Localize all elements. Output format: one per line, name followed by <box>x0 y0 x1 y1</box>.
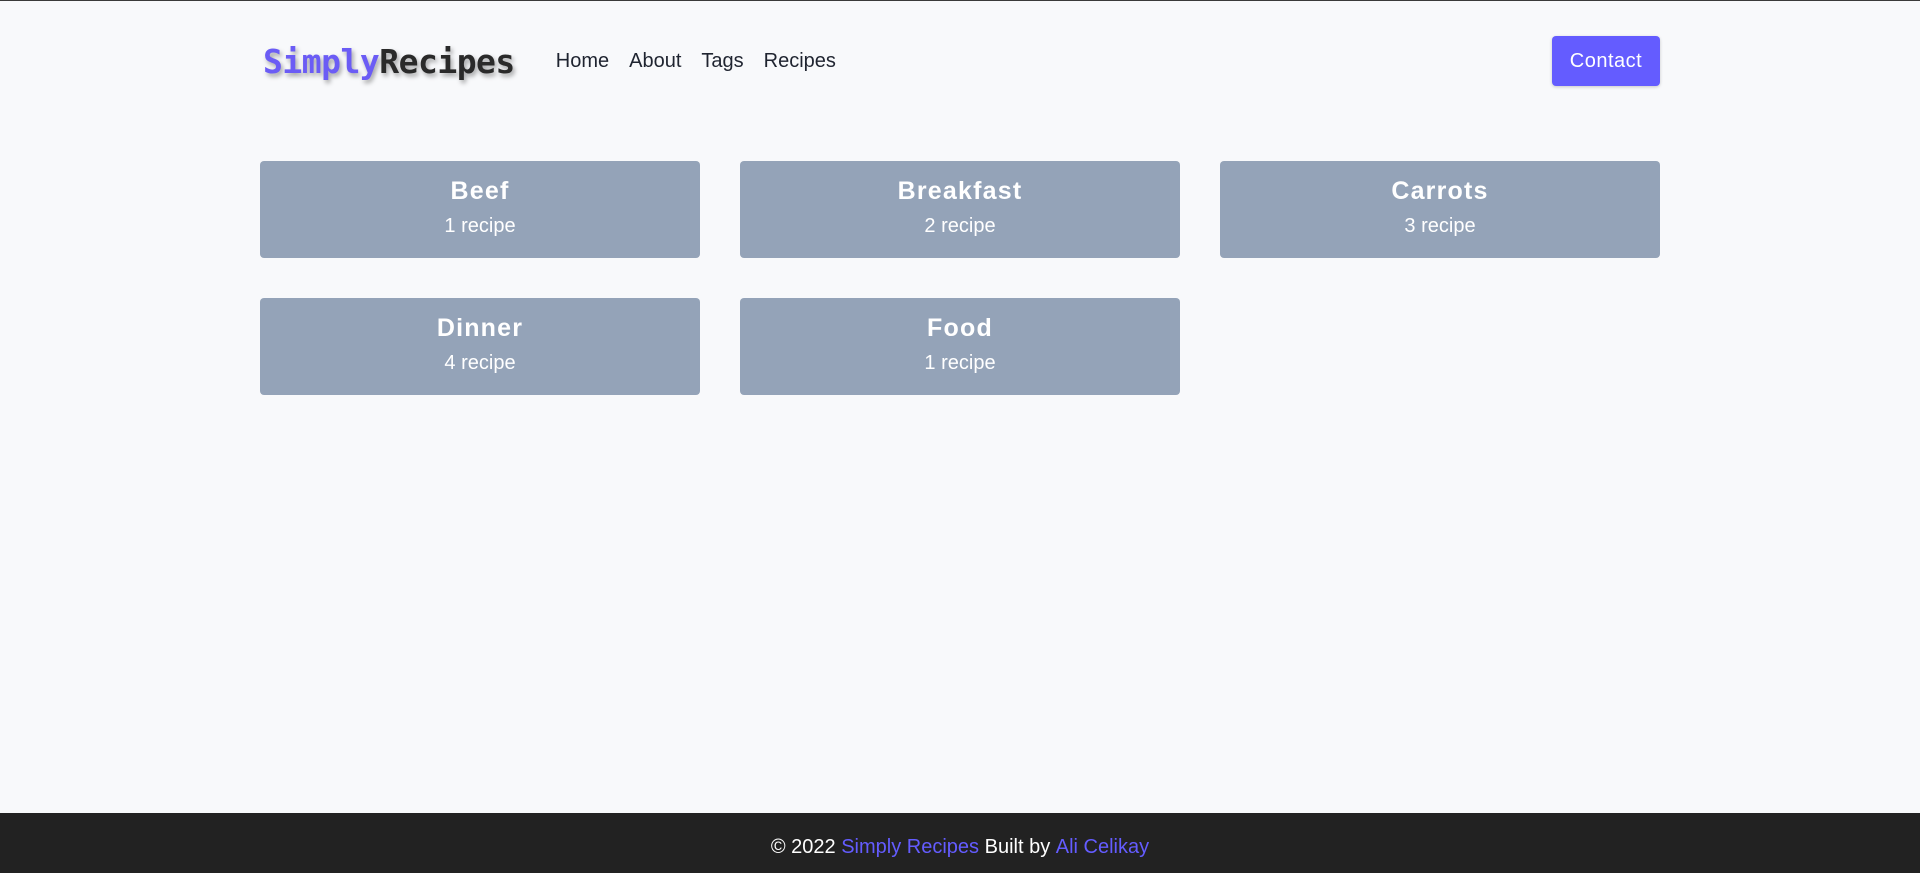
logo-part-recipes: Recipes <box>379 41 515 81</box>
footer-copyright: © 2022 <box>770 835 842 858</box>
footer-author: Ali Celikay <box>1055 835 1150 858</box>
tag-name: Carrots <box>1391 177 1489 205</box>
top-border <box>0 0 1920 1</box>
navbar: SimplyRecipes Home About Tags Recipes Co… <box>260 36 1660 86</box>
tag-card-beef[interactable]: Beef 1 recipe <box>260 161 700 258</box>
tag-name: Beef <box>450 177 510 205</box>
tag-name: Breakfast <box>897 177 1023 205</box>
page-footer: © 2022 Simply Recipes Built by Ali Celik… <box>0 813 1920 873</box>
logo-part-simply: Simply <box>263 41 380 81</box>
tag-name: Food <box>927 314 993 342</box>
tag-card-breakfast[interactable]: Breakfast 2 recipe <box>740 161 1180 258</box>
tag-name: Dinner <box>436 314 524 342</box>
tag-card-food[interactable]: Food 1 recipe <box>740 298 1180 395</box>
tag-card-carrots[interactable]: Carrots 3 recipe <box>1220 161 1660 258</box>
site-logo[interactable]: SimplyRecipes <box>263 42 515 81</box>
tag-recipe-count: 1 recipe <box>924 352 996 374</box>
footer-built-by: Built by <box>979 835 1056 858</box>
nav-link-about[interactable]: About <box>629 50 681 73</box>
footer-site-name: Simply Recipes <box>841 835 980 858</box>
tag-card-dinner[interactable]: Dinner 4 recipe <box>260 298 700 395</box>
nav-link-home[interactable]: Home <box>556 50 609 73</box>
nav-link-recipes[interactable]: Recipes <box>764 50 836 73</box>
tag-recipe-count: 4 recipe <box>444 352 516 374</box>
contact-button[interactable]: Contact <box>1552 36 1660 86</box>
tag-recipe-count: 1 recipe <box>444 215 516 237</box>
nav-links: Home About Tags Recipes <box>556 50 856 73</box>
tag-recipe-count: 3 recipe <box>1404 215 1476 237</box>
nav-link-tags[interactable]: Tags <box>701 50 743 73</box>
tags-grid: Beef 1 recipe Breakfast 2 recipe Carrots… <box>260 161 1660 395</box>
tag-recipe-count: 2 recipe <box>924 215 996 237</box>
